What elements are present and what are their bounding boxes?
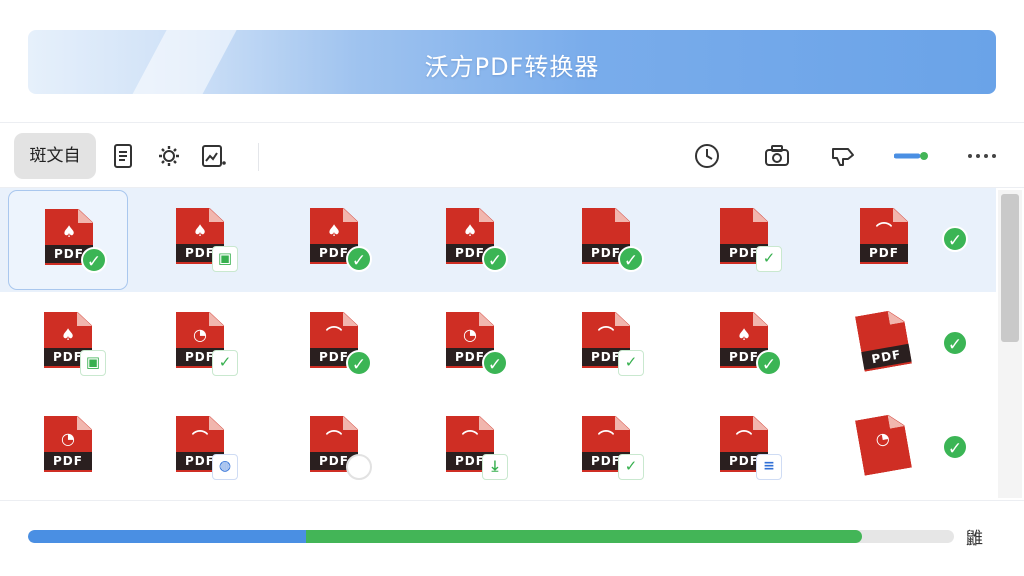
pdf-logo-icon: ♠ [326,221,342,240]
file-row: ♠ PDF ▣ ◔ PDF ✓ ⌒ PDF ✓ ◔ PDF ✓ ⌒ PDF ✓ ♠ PDF ✓ PDF ✓ [0,292,996,396]
pdf-file-item[interactable]: ⌒ PDF ✓ [546,294,666,394]
pdf-file-item[interactable]: ⌒ PDF ◍ [140,398,260,498]
check-badge-icon: ✓ [756,350,782,376]
pdf-logo-icon: ♠ [462,221,478,240]
pdf-file-item[interactable]: ♠ PDF ▣ [8,294,128,394]
check-badge-icon: ✓ [482,246,508,272]
check-badge-icon: ✓ [618,246,644,272]
frame-badge-icon: ▣ [212,246,238,272]
pdf-file-item[interactable]: ♠ PDF ✓ [274,190,394,290]
pdf-logo-icon [595,222,617,240]
document-icon[interactable] [108,141,138,171]
pdf-file-item[interactable]: ⌒ PDF ✓ [546,398,666,498]
pdf-logo-icon [733,222,755,240]
file-grid: ♠ PDF ✓ ♠ PDF ▣ ♠ PDF ✓ ♠ PDF ✓ PDF ✓ PDF ✓ ⌒ PDF ✓ ♠ PDF ▣ ◔… [0,188,1024,500]
pdf-file-item[interactable]: ♠ PDF ✓ [684,294,804,394]
pdf-logo-icon: ⌒ [875,221,892,240]
document-badge-icon: ≡ [756,454,782,480]
text-mode-button[interactable]: 斑文自 [14,133,96,179]
pdf-file-item[interactable]: PDF ✓ [546,190,666,290]
check-badge-icon: ✓ [81,247,107,273]
pdf-logo-icon: ⌒ [461,429,478,448]
pdf-file-item[interactable]: ◔ PDF ✓ [140,294,260,394]
pdf-file-item[interactable]: PDF ✓ [684,190,804,290]
check-badge-icon: ✓ [346,350,372,376]
check-badge-icon: ✓ [482,350,508,376]
file-row: ◔ PDF ⌒ PDF ◍ ⌒ PDF ⌒ PDF ⤓ ⌒ PDF ✓ ⌒ PDF ≡ ◔ ✓ [0,396,996,500]
more-icon[interactable] [966,141,1000,171]
pdf-logo-icon: ⌒ [597,429,614,448]
check-badge-icon: ✓ [346,246,372,272]
pdf-file-item[interactable]: ⌒ PDF ✓ [274,294,394,394]
pdf-logo-icon: ⌒ [325,429,342,448]
pdf-logo-icon: ♠ [736,325,752,344]
square-check-icon: ✓ [212,350,238,376]
pdf-logo-icon: ⌒ [735,429,752,448]
pdf-file-item[interactable]: ♠ PDF ✓ [8,190,128,290]
title-banner: 沃方PDF转换器 [28,30,996,94]
slider-toggle-icon[interactable] [893,141,930,171]
pdf-logo-icon: ◔ [193,325,207,344]
pdf-logo-icon: ♠ [60,325,76,344]
pdf-file-item[interactable]: ◔ PDF ✓ [410,294,530,394]
app-title: 沃方PDF转换器 [424,53,600,81]
pdf-file-icon: ◔ PDF [44,416,92,478]
clock-icon[interactable] [692,141,722,171]
progress-fill-green [306,530,862,543]
scrollbar-thumb[interactable] [1001,194,1019,342]
pdf-file-item[interactable]: ⌒ PDF [274,398,394,498]
download-icon: ⤓ [482,454,508,480]
pdf-logo-icon: ♠ [192,221,208,240]
pdf-file-item[interactable]: ⌒ PDF ≡ [684,398,804,498]
pdf-logo-icon: ◔ [873,428,892,450]
pdf-file-item[interactable]: PDF ✓ [824,294,968,394]
pdf-label: PDF [44,452,92,470]
toolbar: 斑文自 [0,122,1024,188]
pdf-logo-icon: ◔ [61,429,75,448]
pdf-logo-icon [870,324,895,346]
frame-badge-icon: ▣ [80,350,106,376]
toolbar-divider [258,143,259,171]
square-check-icon: ✓ [618,454,644,480]
progress-fill-blue [28,530,306,543]
pdf-file-item[interactable]: ◔ ✓ [824,398,968,498]
camera-icon[interactable] [762,141,792,171]
pdf-logo-icon: ⌒ [597,325,614,344]
check-badge-icon: ✓ [942,434,968,460]
pdf-file-item[interactable]: ⌒ PDF ⤓ [410,398,530,498]
square-check-icon: ✓ [756,246,782,272]
pdf-file-icon: ◔ [855,412,913,481]
conversion-progress-bar [28,530,954,543]
pdf-file-icon: PDF [855,308,913,377]
pdf-label: PDF [860,244,908,262]
pdf-file-item[interactable]: ♠ PDF ▣ [140,190,260,290]
pdf-file-item[interactable]: ⌒ PDF ✓ [824,190,968,290]
pdf-logo-icon: ⌒ [191,429,208,448]
thumbs-down-icon[interactable] [828,141,858,171]
empty-status-icon [346,454,372,480]
pdf-file-icon: ⌒ PDF [860,208,908,270]
globe-icon: ◍ [212,454,238,480]
settings-gear-icon[interactable] [154,141,184,171]
pdf-file-item[interactable]: ◔ PDF [8,398,128,498]
check-badge-icon: ✓ [942,226,968,252]
image-chart-icon[interactable] [198,141,228,171]
pdf-logo-icon: ⌒ [325,325,342,344]
square-check-icon: ✓ [618,350,644,376]
file-row: ♠ PDF ✓ ♠ PDF ▣ ♠ PDF ✓ ♠ PDF ✓ PDF ✓ PDF ✓ ⌒ PDF ✓ [0,188,996,292]
footer-divider [0,500,1024,501]
check-badge-icon: ✓ [942,330,968,356]
pdf-logo-icon: ◔ [463,325,477,344]
pdf-file-item[interactable]: ♠ PDF ✓ [410,190,530,290]
progress-status-text: 䶆 [966,529,983,549]
pdf-logo-icon: ♠ [61,222,77,241]
